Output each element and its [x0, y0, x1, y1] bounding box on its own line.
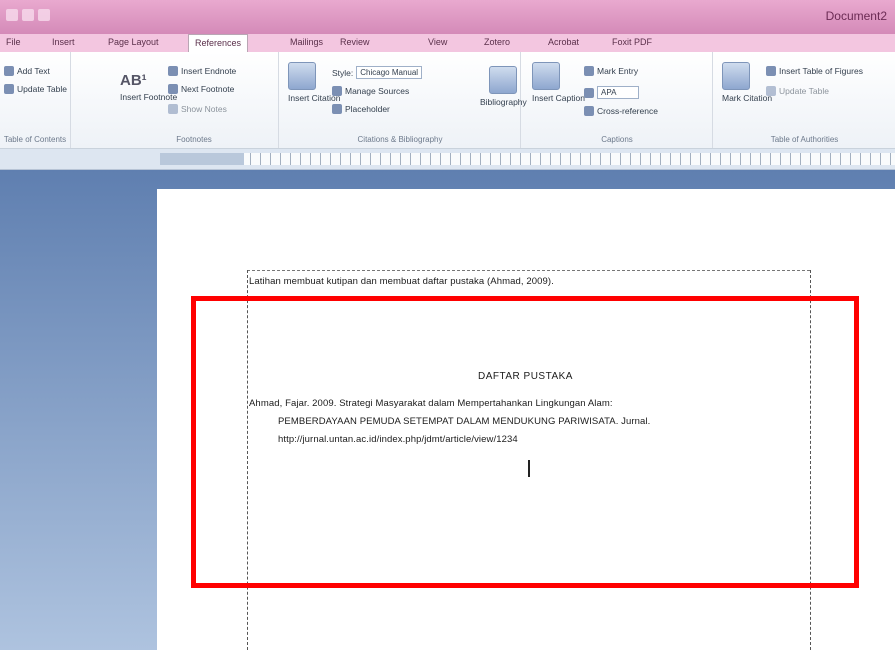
ribbon-tabs: File Insert Page Layout References Maili…	[0, 34, 895, 53]
mark-entry-icon	[584, 66, 594, 76]
mark-citation-button[interactable]: Mark Citation	[722, 62, 772, 103]
add-text-button[interactable]: Add Text	[4, 66, 50, 76]
insert-caption-icon	[532, 62, 560, 90]
manage-sources-button[interactable]: Manage Sources	[332, 86, 409, 96]
toa-update-table-button[interactable]: Update Table	[766, 86, 829, 96]
group-label: Captions	[601, 135, 633, 144]
update-table-icon	[766, 86, 776, 96]
update-table-icon	[4, 84, 14, 94]
mark-citation-icon	[722, 62, 750, 90]
insert-table-icon	[766, 66, 776, 76]
group-footnotes: AB¹ Insert Footnote Insert Endnote Next …	[110, 52, 279, 148]
placeholder-button[interactable]: Placeholder	[332, 104, 390, 114]
ribbon: Add Text Update Table Table of Contents …	[0, 52, 895, 149]
group-citations: Insert Citation Style: Chicago Manual Ma…	[280, 52, 527, 148]
placeholder-icon	[332, 104, 342, 114]
tab-zotero[interactable]: Zotero	[484, 37, 510, 47]
update-table-button[interactable]: Update Table	[4, 84, 67, 94]
office-button-icon[interactable]	[6, 9, 18, 21]
insert-endnote-icon	[168, 66, 178, 76]
mark-entry-button[interactable]: Mark Entry	[584, 66, 638, 76]
show-notes-icon	[168, 104, 178, 114]
insert-citation-icon	[288, 62, 316, 90]
group-label: Table of Contents	[3, 135, 67, 144]
tab-mailings[interactable]: Mailings	[290, 37, 323, 47]
tab-references[interactable]: References	[188, 34, 249, 52]
undo-icon[interactable]	[38, 9, 50, 21]
manage-sources-icon	[332, 86, 342, 96]
highlight-box	[191, 296, 859, 588]
bibliography-button[interactable]: Bibliography	[480, 66, 527, 107]
horizontal-ruler[interactable]	[0, 149, 895, 170]
style-combo[interactable]: APA	[584, 86, 639, 99]
insert-table-of-figures-button[interactable]: Insert Table of Figures	[766, 66, 863, 76]
group-label: Citations & Bibliography	[357, 135, 443, 144]
next-footnote-icon	[168, 84, 178, 94]
save-icon[interactable]	[22, 9, 34, 21]
tab-page-layout[interactable]: Page Layout	[108, 37, 159, 47]
ruler-left-margin	[160, 153, 244, 165]
tab-file[interactable]: File	[6, 37, 21, 47]
tab-insert[interactable]: Insert	[52, 37, 75, 47]
group-label: Footnotes	[176, 135, 212, 144]
group-table-of-authorities: Mark Citation Insert Table of Figures Up…	[714, 52, 895, 148]
body-paragraph[interactable]: Latihan membuat kutipan dan membuat daft…	[249, 276, 554, 287]
quick-access-toolbar[interactable]	[6, 9, 50, 21]
tab-review[interactable]: Review	[340, 37, 370, 47]
add-text-icon	[4, 66, 14, 76]
ruler-scale	[160, 153, 895, 165]
style-select[interactable]: Style: Chicago Manual	[332, 66, 423, 79]
bibliography-icon	[489, 66, 518, 94]
tab-acrobat[interactable]: Acrobat	[548, 37, 579, 47]
insert-endnote-button[interactable]: Insert Endnote	[168, 66, 236, 76]
tab-foxit-pdf[interactable]: Foxit PDF	[612, 37, 652, 47]
insert-caption-button[interactable]: Insert Caption	[532, 62, 585, 103]
next-footnote-button[interactable]: Next Footnote	[168, 84, 234, 94]
show-notes-button[interactable]: Show Notes	[168, 104, 227, 114]
text-boundary-top	[247, 270, 810, 271]
group-table-of-contents: Add Text Update Table Table of Contents	[0, 52, 71, 148]
footnote-icon: AB¹	[120, 72, 147, 89]
style-icon	[584, 87, 594, 98]
group-captions: Insert Caption Mark Entry APA Cross-refe…	[522, 52, 713, 148]
cross-reference-icon	[584, 106, 594, 116]
cross-reference-button[interactable]: Cross-reference	[584, 106, 658, 116]
title-bar: Document2	[0, 0, 895, 34]
group-label: Table of Authorities	[770, 135, 839, 144]
tab-view[interactable]: View	[428, 37, 447, 47]
window-title: Document2	[825, 9, 887, 23]
